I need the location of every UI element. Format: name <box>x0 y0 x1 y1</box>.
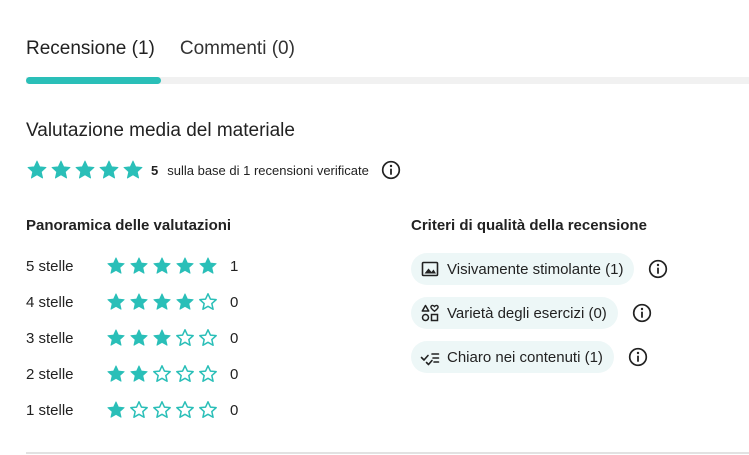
star-filled-icon <box>106 364 126 384</box>
star-outline-icon <box>152 364 172 384</box>
star-outline-icon <box>198 400 218 420</box>
quality-criterion-chip: Visivamente stimolante (1) <box>411 253 635 285</box>
star-outline-icon <box>198 328 218 348</box>
rating-row-count: 1 <box>230 257 239 275</box>
info-icon[interactable] <box>632 303 652 323</box>
star-filled-icon <box>98 159 120 181</box>
average-rating-row: 5 sulla base di 1 recensioni verificate <box>26 158 401 182</box>
info-icon[interactable] <box>381 160 401 180</box>
quality-criterion-label: Varietà degli esercizi (0) <box>447 304 607 322</box>
star-filled-icon <box>106 328 126 348</box>
star-outline-icon <box>198 364 218 384</box>
rating-row: 3 stelle 0 <box>26 320 238 356</box>
star-outline-icon <box>175 328 195 348</box>
star-filled-icon <box>129 256 149 276</box>
star-outline-icon <box>198 292 218 312</box>
star-filled-icon <box>198 256 218 276</box>
rating-row-count: 0 <box>230 401 239 419</box>
quality-criterion-label: Visivamente stimolante (1) <box>447 260 624 278</box>
tab-reviews[interactable]: Recensione (1) <box>26 38 155 60</box>
star-outline-icon <box>152 400 172 420</box>
average-star-rating <box>26 159 146 181</box>
star-filled-icon <box>122 159 144 181</box>
average-rating-value: 5 <box>151 162 159 178</box>
star-filled-icon <box>106 256 126 276</box>
rating-row: 5 stelle 1 <box>26 248 238 284</box>
rating-row: 1 stelle 0 <box>26 392 238 428</box>
quality-criterion-chip: Varietà degli esercizi (0) <box>411 297 618 329</box>
checklist-icon <box>420 347 440 367</box>
divider <box>26 452 749 454</box>
average-rating-description: sulla base di 1 recensioni verificate <box>167 162 369 178</box>
average-rating-title: Valutazione media del materiale <box>26 120 295 141</box>
rating-row-stars <box>106 256 221 276</box>
quality-criterion: Visivamente stimolante (1) <box>411 252 668 286</box>
rating-row-label: 5 stelle <box>26 257 74 275</box>
rating-row-stars <box>106 292 221 312</box>
quality-criterion: Varietà degli esercizi (0) <box>411 296 668 330</box>
rating-row-count: 0 <box>230 293 239 311</box>
rating-row-label: 3 stelle <box>26 329 74 347</box>
rating-row-label: 1 stelle <box>26 401 74 419</box>
rating-row-stars <box>106 328 221 348</box>
star-filled-icon <box>152 256 172 276</box>
info-icon[interactable] <box>648 259 668 279</box>
star-filled-icon <box>129 364 149 384</box>
quality-criterion-chip: Chiaro nei contenuti (1) <box>411 341 614 373</box>
shapes-icon <box>420 303 440 323</box>
image-icon <box>420 259 440 279</box>
star-filled-icon <box>152 328 172 348</box>
star-outline-icon <box>129 400 149 420</box>
rating-row-stars <box>106 400 221 420</box>
star-filled-icon <box>106 400 126 420</box>
star-filled-icon <box>175 256 195 276</box>
star-filled-icon <box>50 159 72 181</box>
star-outline-icon <box>175 400 195 420</box>
rating-row-label: 4 stelle <box>26 293 74 311</box>
quality-criteria-list: Visivamente stimolante (1) Varietà degli … <box>411 252 668 384</box>
rating-row-count: 0 <box>230 329 239 347</box>
star-filled-icon <box>129 292 149 312</box>
ratings-overview-list: 5 stelle 1 4 stelle 0 3 stelle 0 2 stelle 0 1 st… <box>26 248 238 428</box>
rating-row: 2 stelle 0 <box>26 356 238 392</box>
ratings-overview-title: Panoramica delle valutazioni <box>26 217 232 234</box>
review-tabs: Recensione (1) Commenti (0) <box>26 38 295 60</box>
rating-row-label: 2 stelle <box>26 365 74 383</box>
star-filled-icon <box>129 328 149 348</box>
rating-row: 4 stelle 0 <box>26 284 238 320</box>
quality-criteria-title: Criteri di qualità della recensione <box>411 217 647 234</box>
star-filled-icon <box>175 292 195 312</box>
quality-criterion-label: Chiaro nei contenuti (1) <box>447 348 603 366</box>
star-filled-icon <box>26 159 48 181</box>
star-outline-icon <box>175 364 195 384</box>
rating-row-count: 0 <box>230 365 239 383</box>
info-icon[interactable] <box>628 347 648 367</box>
rating-row-stars <box>106 364 221 384</box>
star-filled-icon <box>106 292 126 312</box>
quality-criterion: Chiaro nei contenuti (1) <box>411 340 668 374</box>
tab-comments[interactable]: Commenti (0) <box>180 38 295 60</box>
star-filled-icon <box>152 292 172 312</box>
star-filled-icon <box>74 159 96 181</box>
active-tab-indicator <box>26 77 161 84</box>
